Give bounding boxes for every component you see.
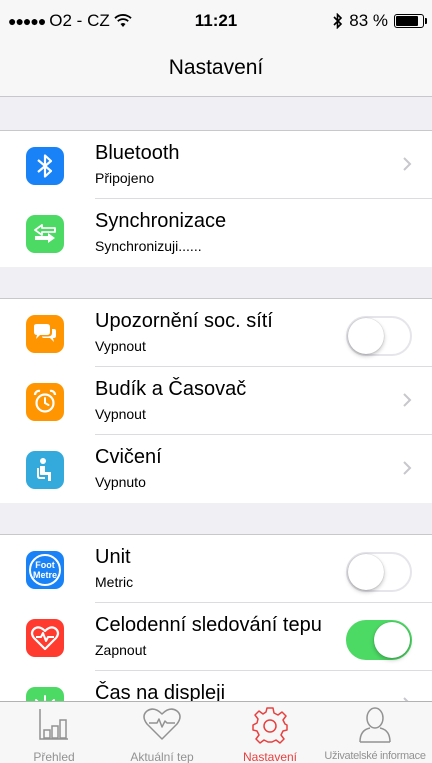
foot-metre-icon: Foot Metre <box>26 551 64 589</box>
row-title: Cvičení <box>95 446 162 468</box>
settings-row-sync[interactable]: Synchronizace Synchronizuji...... <box>0 199 432 267</box>
tab-settings[interactable]: Nastavení <box>216 702 324 763</box>
settings-row-all-day-heart-rate[interactable]: Celodenní sledování tepu Zapnout <box>0 603 432 671</box>
battery-percent: 83 % <box>349 11 388 30</box>
tab-label: Nastavení <box>242 750 298 763</box>
bar-chart-icon <box>39 709 68 740</box>
tab-overview[interactable]: Přehled <box>0 702 108 763</box>
row-subtitle: Zapnout <box>95 642 147 658</box>
row-title: Unit <box>95 546 131 568</box>
person-seated-icon <box>26 451 64 489</box>
settings-row-alarm-timer[interactable]: Budík a Časovač Vypnout <box>0 367 432 435</box>
heart-rate-icon <box>26 619 64 657</box>
alarm-clock-icon <box>26 383 64 421</box>
status-right: 83 % <box>333 11 427 31</box>
gear-icon <box>252 707 288 744</box>
chat-bubbles-icon <box>26 315 64 353</box>
row-title: Upozornění soc. sítí <box>95 310 273 332</box>
heart-rate-toggle[interactable] <box>346 620 412 660</box>
row-subtitle: Vypnout <box>95 406 146 422</box>
row-subtitle: Vypnuto <box>95 474 146 490</box>
tab-bar: Přehled Aktuální tep Nastavení Uživatels… <box>0 701 432 763</box>
row-subtitle: Metric <box>95 574 134 590</box>
social-notifications-toggle[interactable] <box>346 316 412 356</box>
tab-label: Aktuální tep <box>130 750 194 763</box>
toggle-knob <box>348 318 384 354</box>
settings-row-exercise[interactable]: Cvičení Vypnuto <box>0 435 432 503</box>
settings-row-unit[interactable]: Foot Metre Unit Metric <box>0 535 432 603</box>
row-title: Synchronizace <box>95 210 227 232</box>
row-title: Budík a Časovač <box>95 378 247 400</box>
row-subtitle: Vypnout <box>95 338 146 354</box>
user-icon <box>359 707 391 743</box>
battery-icon <box>394 14 427 28</box>
row-title: Bluetooth <box>95 142 180 164</box>
tab-current-heart-rate[interactable]: Aktuální tep <box>108 702 216 763</box>
toggle-knob <box>374 622 410 658</box>
sync-icon <box>26 215 64 253</box>
metre-label: Metre <box>32 570 57 580</box>
tab-user-info[interactable]: Uživatelské informace <box>318 702 432 763</box>
chevron-right-icon <box>403 157 412 171</box>
navigation-bar: Nastavení <box>0 40 432 97</box>
row-subtitle: Připojeno <box>95 170 155 186</box>
tab-label: Uživatelské informace <box>324 750 426 762</box>
status-bar: ●●●●● O2 - CZ 11:21 83 % <box>0 0 432 40</box>
chevron-right-icon <box>403 393 412 407</box>
settings-row-bluetooth[interactable]: Bluetooth Připojeno <box>0 131 432 199</box>
heart-pulse-icon <box>143 708 181 740</box>
unit-toggle[interactable] <box>346 552 412 592</box>
row-subtitle: Synchronizuji...... <box>95 238 202 254</box>
tab-label: Přehled <box>33 750 75 763</box>
bluetooth-icon <box>26 147 64 185</box>
row-title: Celodenní sledování tepu <box>95 614 322 636</box>
settings-row-social-notifications[interactable]: Upozornění soc. sítí Vypnout <box>0 299 432 367</box>
page-title: Nastavení <box>168 56 264 79</box>
foot-label: Foot <box>35 560 55 570</box>
chevron-right-icon <box>403 461 412 475</box>
toggle-knob <box>348 554 384 590</box>
bluetooth-status-icon <box>333 13 343 29</box>
